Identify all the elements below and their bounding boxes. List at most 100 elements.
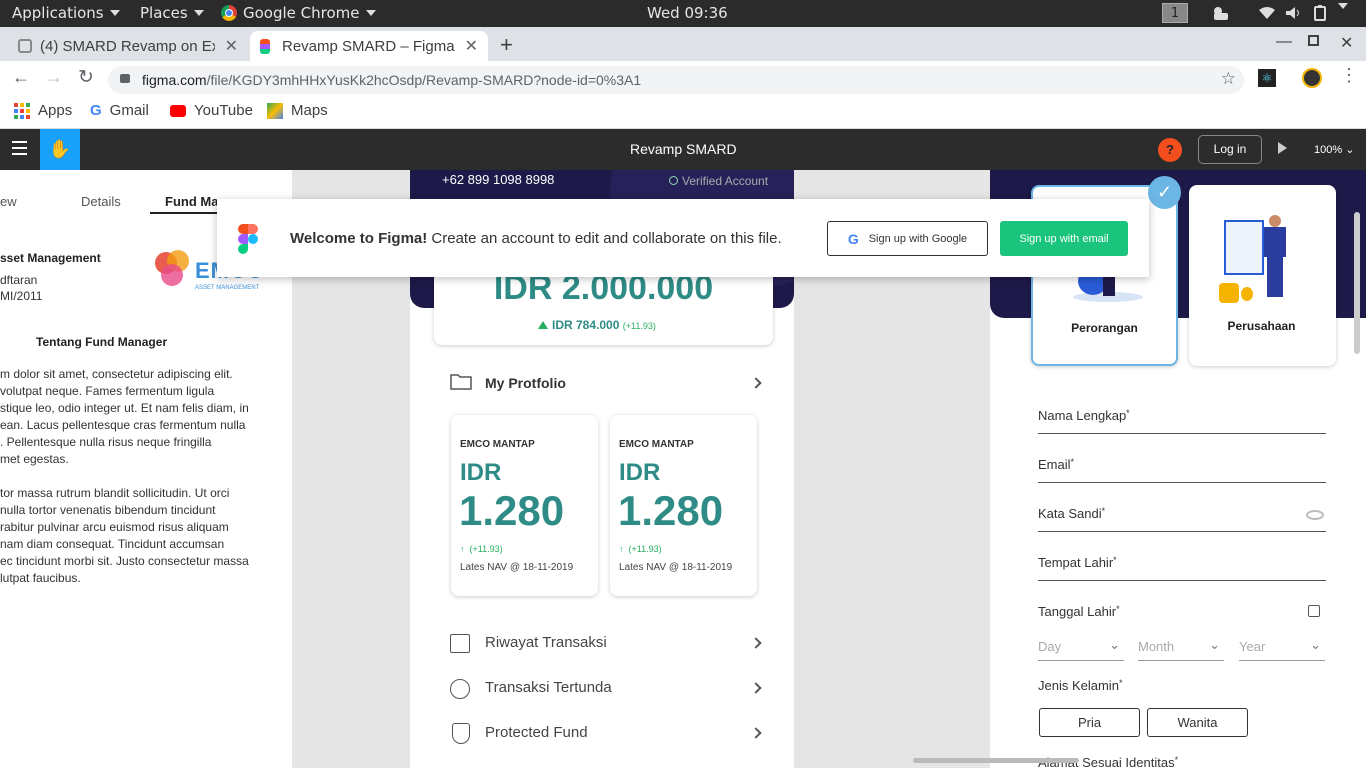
fund-card[interactable]: EMCO MANTAP IDR 1.280 ↑ (+11.93) Lates N… — [451, 415, 598, 596]
email-signup-button[interactable]: Sign up with email — [1000, 221, 1128, 256]
bookmark-label: YouTube — [194, 102, 253, 119]
volume-icon[interactable] — [1285, 6, 1303, 20]
zoom-control[interactable]: 100% ⌄ — [1314, 143, 1354, 156]
arrow-up-icon — [538, 321, 548, 329]
portfolio-title[interactable]: My Protfolio — [485, 375, 566, 391]
chevron-right-icon[interactable] — [750, 727, 762, 739]
url-host: figma.com — [142, 72, 207, 88]
fund-currency: IDR — [619, 459, 661, 486]
avatar[interactable] — [1302, 68, 1322, 88]
google-icon: G — [90, 102, 102, 119]
welcome-message: Welcome to Figma! Create an account to e… — [290, 230, 782, 247]
bookmark-youtube[interactable]: YouTube — [170, 102, 253, 119]
chevron-right-icon[interactable] — [750, 377, 762, 389]
battery-icon[interactable] — [1313, 5, 1327, 21]
tab-overview[interactable]: ew — [0, 194, 17, 209]
arrow-up-icon: ↑ — [619, 544, 624, 554]
back-button[interactable]: ← — [12, 67, 30, 88]
verified-label: Verified Account — [682, 174, 769, 188]
menu-transaksi-tertunda[interactable]: Transaksi Tertunda — [485, 679, 612, 696]
menu-protected-fund[interactable]: Protected Fund — [485, 724, 588, 741]
password-field[interactable]: Kata Sandi* — [1038, 506, 1326, 532]
tempat-lahir-field[interactable]: Tempat Lahir* — [1038, 555, 1326, 581]
gain-percent: (+11.93) — [622, 321, 656, 331]
type-label: Perorangan — [1071, 321, 1138, 335]
help-button[interactable]: ? — [1158, 138, 1182, 162]
tab-title: Revamp SMARD – Figma — [282, 37, 455, 55]
field-label: Nama Lengkap — [1038, 408, 1127, 423]
paragraph-line: ean. Lacus pellentesque cras fermentum n… — [0, 418, 246, 432]
eye-icon[interactable] — [1306, 510, 1324, 520]
video-icon[interactable] — [1212, 6, 1232, 20]
fund-change: ↑ (+11.93) — [619, 544, 662, 554]
bookmark-label: Apps — [38, 102, 73, 119]
year-select[interactable]: Year ⌄ — [1239, 637, 1325, 661]
gender-wanita-button[interactable]: Wanita — [1147, 708, 1248, 737]
email-field[interactable]: Email* — [1038, 457, 1326, 483]
places-menu[interactable]: Places — [140, 4, 204, 22]
wifi-icon[interactable] — [1258, 6, 1276, 20]
url-path: /file/KGDY3mhHHxYusKk2hcOsdp/Revamp-SMAR… — [206, 72, 642, 88]
bookmark-label: Maps — [291, 102, 328, 119]
bookmark-label: Gmail — [109, 102, 149, 119]
hamburger-menu-icon[interactable] — [12, 141, 27, 155]
address-bar[interactable]: figma.com/file/KGDY3mhHHxYusKk2hcOsdp/Re… — [108, 66, 1244, 94]
browser-app-menu[interactable]: Google Chrome — [221, 4, 376, 22]
chevron-right-icon[interactable] — [750, 682, 762, 694]
play-icon[interactable] — [1278, 142, 1287, 154]
fund-card[interactable]: EMCO MANTAP IDR 1.280 ↑ (+11.93) Lates N… — [610, 415, 757, 596]
horizontal-scrollbar[interactable] — [913, 758, 1079, 763]
phone-number: +62 899 1098 8998 — [442, 172, 555, 187]
new-tab-button[interactable]: + — [500, 32, 513, 58]
fund-nav: Lates NAV @ 18-11-2019 — [460, 562, 574, 573]
close-icon[interactable]: ✕ — [465, 36, 478, 56]
gain-value: IDR 784.000 — [552, 318, 620, 332]
calendar-icon[interactable] — [1308, 605, 1320, 617]
fund-change-value: (+11.93) — [469, 544, 503, 554]
close-icon[interactable]: ✕ — [225, 36, 238, 56]
reload-button[interactable]: ↻ — [78, 66, 94, 89]
bookmark-gmail[interactable]: G Gmail — [90, 102, 149, 119]
business-illustration — [1209, 215, 1319, 307]
jenis-kelamin-label: Jenis Kelamin* — [1038, 678, 1123, 693]
bookmark-star-icon[interactable]: ☆ — [1221, 69, 1236, 89]
type-label: Perusahaan — [1227, 319, 1296, 333]
fund-change-value: (+11.93) — [628, 544, 662, 554]
minimize-button[interactable]: — — [1276, 33, 1292, 51]
clock[interactable]: Wed 09:36 — [647, 4, 728, 22]
tab-smard-revamp[interactable]: (4) SMARD Revamp on Exp ✕ — [8, 31, 248, 61]
close-window-button[interactable]: ✕ — [1340, 33, 1353, 53]
workspace-indicator[interactable]: 1 — [1162, 3, 1188, 23]
tab-figma[interactable]: Revamp SMARD – Figma ✕ — [250, 31, 488, 61]
system-top-bar: Applications Places Google Chrome Wed 09… — [0, 0, 1366, 27]
browser-toolbar: ← → ↻ figma.com/file/KGDY3mhHHxYusKk2hcO… — [0, 61, 1366, 97]
welcome-heading: Welcome to Figma! — [290, 230, 428, 247]
fund-value: 1.280 — [618, 487, 724, 534]
day-select[interactable]: Day ⌄ — [1038, 637, 1124, 661]
chevron-right-icon[interactable] — [750, 637, 762, 649]
google-signup-button[interactable]: G Sign up with Google — [827, 221, 988, 256]
react-devtools-icon[interactable]: ⚛ — [1258, 69, 1276, 87]
apps-grid-icon — [14, 102, 30, 119]
vertical-scrollbar[interactable] — [1354, 212, 1360, 354]
check-circle-icon — [669, 176, 678, 185]
hand-tool-icon[interactable]: ✋ — [40, 129, 80, 170]
gender-pria-button[interactable]: Pria — [1039, 708, 1140, 737]
bookmark-maps[interactable]: Maps — [267, 102, 328, 119]
nama-lengkap-field[interactable]: Nama Lengkap* — [1038, 408, 1326, 434]
welcome-text: Create an account to edit and collaborat… — [427, 230, 782, 247]
verified-badge: Verified Account — [669, 174, 768, 188]
menu-kebab-icon[interactable]: ⋮ — [1340, 65, 1358, 86]
fund-name: EMCO MANTAP — [460, 439, 535, 450]
maximize-button[interactable] — [1308, 35, 1319, 46]
forward-button[interactable]: → — [45, 67, 63, 88]
workspace-number: 1 — [1162, 3, 1188, 23]
applications-menu[interactable]: Applications — [12, 4, 120, 22]
login-button[interactable]: Log in — [1198, 135, 1262, 164]
type-card-perusahaan[interactable]: Perusahaan — [1189, 185, 1336, 366]
bookmark-apps[interactable]: Apps — [14, 102, 72, 119]
tab-details[interactable]: Details — [81, 194, 121, 209]
menu-riwayat-transaksi[interactable]: Riwayat Transaksi — [485, 634, 607, 651]
system-menu[interactable] — [1338, 3, 1348, 9]
month-select[interactable]: Month ⌄ — [1138, 637, 1224, 661]
